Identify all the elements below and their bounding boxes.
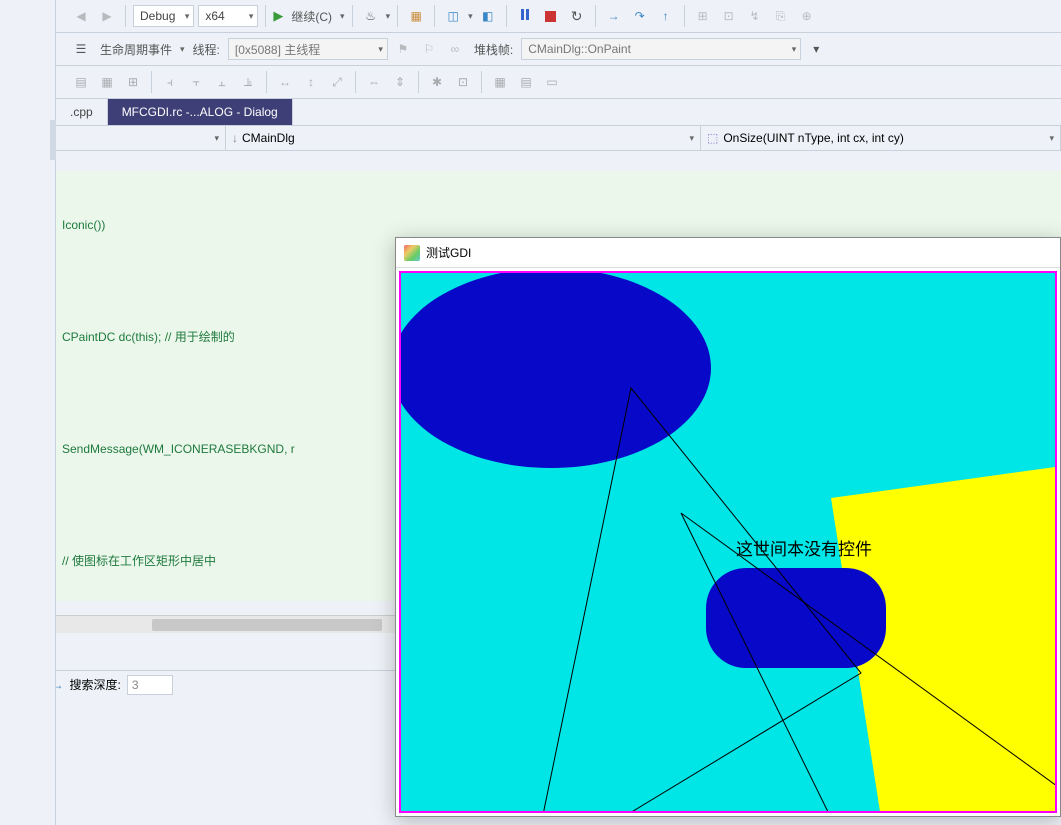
tab-dialog-label: MFCGDI.rc -...ALOG - Dialog bbox=[122, 105, 278, 119]
flag-icon[interactable]: ⚑ bbox=[392, 38, 414, 60]
platform-dropdown[interactable]: x64 bbox=[198, 5, 258, 27]
nav-scope-dropdown[interactable]: ↓ CMainDlg bbox=[226, 126, 701, 150]
nav-project-dropdown[interactable] bbox=[56, 126, 226, 150]
nav-member-dropdown[interactable]: ⬚ OnSize(UINT nType, int cx, int cy) bbox=[701, 126, 1061, 150]
overflow-icon[interactable]: ▾ bbox=[805, 38, 827, 60]
app-icon bbox=[404, 245, 420, 261]
tool-icon-a[interactable]: ⊞ bbox=[692, 5, 714, 27]
nav-fwd-icon[interactable]: ▶ bbox=[96, 5, 118, 27]
play-icon[interactable]: ▶ bbox=[273, 8, 283, 24]
toolbar-layout: ▤ ▦ ⊞ ⫞ ⫟ ⫠ ⫡ ↔ ↕ ⤢ ⇔ ⇕ ✱ ⊡ ▦ ▤ ▭ bbox=[0, 66, 1061, 99]
window-title: 测试GDI bbox=[426, 244, 471, 261]
window-titlebar[interactable]: 测试GDI bbox=[396, 238, 1060, 268]
continue-label[interactable]: 继续(C) bbox=[287, 8, 336, 25]
splitter-grip[interactable] bbox=[50, 120, 56, 160]
align-icon-4[interactable]: ⫞ bbox=[159, 71, 181, 93]
scrollbar-thumb[interactable] bbox=[152, 619, 382, 631]
align-icon-7[interactable]: ⫡ bbox=[237, 71, 259, 93]
gdi-ellipse bbox=[401, 273, 711, 468]
thread-dropdown[interactable]: [0x5088] 主线程 bbox=[228, 38, 388, 60]
restart-icon[interactable]: ↻ bbox=[566, 5, 588, 27]
search-depth-label: 搜索深度: bbox=[70, 676, 121, 693]
tab-dialog[interactable]: MFCGDI.rc -...ALOG - Dialog bbox=[108, 99, 293, 125]
align-icon-3[interactable]: ⊞ bbox=[122, 71, 144, 93]
tool-icon-1[interactable]: ▦ bbox=[405, 5, 427, 27]
tool-icon-3[interactable]: ◧ bbox=[477, 5, 499, 27]
size-icon-3[interactable]: ⤢ bbox=[326, 71, 348, 93]
file-tabs: .cpp MFCGDI.rc -...ALOG - Dialog bbox=[56, 99, 1061, 125]
nav-back-icon[interactable]: ◀ bbox=[70, 5, 92, 27]
stack-value: CMainDlg::OnPaint bbox=[528, 42, 631, 56]
guides-icon[interactable]: ▤ bbox=[515, 71, 537, 93]
lifecycle-icon[interactable]: ☰ bbox=[70, 38, 92, 60]
space-icon-1[interactable]: ⇔ bbox=[363, 71, 385, 93]
toolbar-main: ◀ ▶ Debug x64 ▶ 继续(C) ▾ ♨ ▾ ▦ ◫ ▾ ◧ ↻ → … bbox=[0, 0, 1061, 33]
flag2-icon[interactable]: ⚐ bbox=[418, 38, 440, 60]
nav-member-value: OnSize(UINT nType, int cx, int cy) bbox=[723, 131, 904, 145]
tab-cpp-label: .cpp bbox=[70, 105, 93, 119]
grid-icon[interactable]: ▦ bbox=[489, 71, 511, 93]
code-line: Iconic()) bbox=[56, 211, 1061, 239]
tool-icon-b[interactable]: ⊡ bbox=[718, 5, 740, 27]
thread-value: [0x5088] 主线程 bbox=[235, 41, 320, 58]
step-over-icon[interactable]: ↷ bbox=[629, 5, 651, 27]
stack-label: 堆栈帧: bbox=[470, 41, 517, 58]
config-value: Debug bbox=[140, 9, 175, 23]
tool-icon-2[interactable]: ◫ bbox=[442, 5, 464, 27]
gdi-test-window[interactable]: 测试GDI 这世间本没有控件 bbox=[395, 237, 1061, 817]
code-nav-bar: ↓ CMainDlg ⬚ OnSize(UINT nType, int cx, … bbox=[56, 125, 1061, 151]
space-icon-2[interactable]: ⇕ bbox=[389, 71, 411, 93]
stop-button[interactable] bbox=[540, 5, 562, 27]
align-left-icon[interactable]: ▤ bbox=[70, 71, 92, 93]
flame-icon[interactable]: ♨ bbox=[360, 5, 382, 27]
test-icon[interactable]: ▭ bbox=[541, 71, 563, 93]
align-top-icon[interactable]: ▦ bbox=[96, 71, 118, 93]
tool-icon-c[interactable]: ↯ bbox=[744, 5, 766, 27]
gdi-text: 这世间本没有控件 bbox=[736, 535, 872, 560]
size-icon-2[interactable]: ↕ bbox=[300, 71, 322, 93]
link-icon[interactable]: ∞ bbox=[444, 38, 466, 60]
thread-label: 线程: bbox=[189, 41, 224, 58]
platform-value: x64 bbox=[205, 9, 224, 23]
align-icon-5[interactable]: ⫟ bbox=[185, 71, 207, 93]
step-out-icon[interactable]: ↑ bbox=[655, 5, 677, 27]
gdi-canvas bbox=[401, 273, 1057, 813]
size-icon-1[interactable]: ↔ bbox=[274, 71, 296, 93]
config-dropdown[interactable]: Debug bbox=[133, 5, 194, 27]
tool-icon-e[interactable]: ⊕ bbox=[796, 5, 818, 27]
pause-button[interactable] bbox=[514, 5, 536, 27]
align-icon-6[interactable]: ⫠ bbox=[211, 71, 233, 93]
gdi-client-area: 这世间本没有控件 bbox=[399, 271, 1057, 813]
search-depth-value: 3 bbox=[132, 678, 139, 692]
left-gutter bbox=[0, 0, 56, 825]
tool-icon-d[interactable]: ⎘ bbox=[770, 5, 792, 27]
center-icon-1[interactable]: ✱ bbox=[426, 71, 448, 93]
lifecycle-label[interactable]: 生命周期事件 bbox=[96, 41, 176, 58]
nav-scope-value: CMainDlg bbox=[242, 131, 295, 145]
center-icon-2[interactable]: ⊡ bbox=[452, 71, 474, 93]
stack-dropdown[interactable]: CMainDlg::OnPaint bbox=[521, 38, 801, 60]
toolbar-debug: ☰ 生命周期事件 ▾ 线程: [0x5088] 主线程 ⚑ ⚐ ∞ 堆栈帧: C… bbox=[0, 33, 1061, 66]
cube-icon: ⬚ bbox=[707, 131, 718, 145]
step-into-icon[interactable]: → bbox=[603, 5, 625, 27]
search-depth-input[interactable]: 3 bbox=[127, 675, 173, 695]
tab-cpp[interactable]: .cpp bbox=[56, 99, 108, 125]
